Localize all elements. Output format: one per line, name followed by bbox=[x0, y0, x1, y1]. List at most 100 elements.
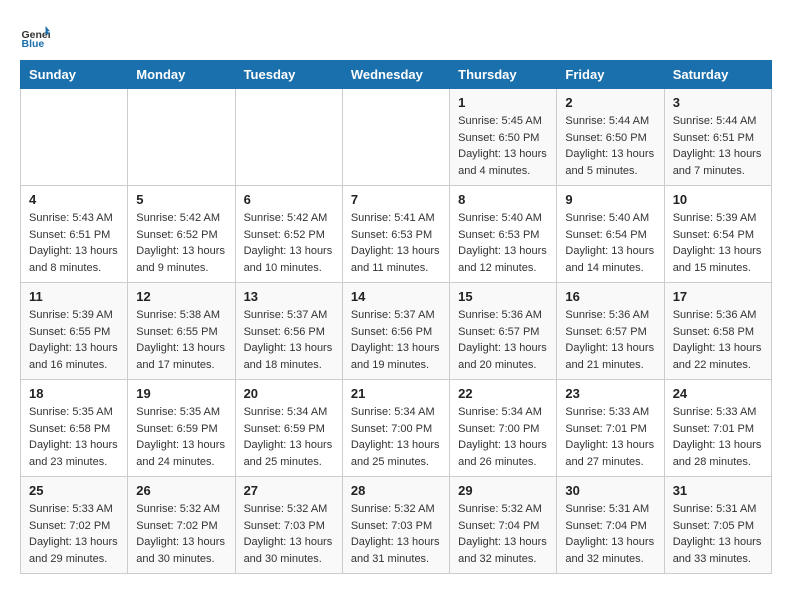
calendar-day-cell: 5Sunrise: 5:42 AM Sunset: 6:52 PM Daylig… bbox=[128, 186, 235, 283]
day-info: Sunrise: 5:35 AM Sunset: 6:58 PM Dayligh… bbox=[29, 404, 119, 470]
calendar-day-cell: 11Sunrise: 5:39 AM Sunset: 6:55 PM Dayli… bbox=[21, 283, 128, 380]
day-info: Sunrise: 5:31 AM Sunset: 7:04 PM Dayligh… bbox=[565, 501, 655, 567]
weekday-header-cell: Sunday bbox=[21, 61, 128, 89]
day-info: Sunrise: 5:33 AM Sunset: 7:01 PM Dayligh… bbox=[565, 404, 655, 470]
day-number: 7 bbox=[351, 192, 441, 207]
day-number: 12 bbox=[136, 289, 226, 304]
weekday-header-cell: Wednesday bbox=[342, 61, 449, 89]
page-header: General Blue bbox=[20, 20, 772, 50]
calendar-table: SundayMondayTuesdayWednesdayThursdayFrid… bbox=[20, 60, 772, 574]
day-info: Sunrise: 5:36 AM Sunset: 6:58 PM Dayligh… bbox=[673, 307, 763, 373]
weekday-header-cell: Friday bbox=[557, 61, 664, 89]
calendar-day-cell: 9 Sunrise: 5:40 AM Sunset: 6:54 PM Daylig… bbox=[557, 186, 664, 283]
calendar-day-cell: 10 Sunrise: 5:39 AM Sunset: 6:54 PM Dayli… bbox=[664, 186, 771, 283]
day-number: 31 bbox=[673, 483, 763, 498]
day-number: 14 bbox=[351, 289, 441, 304]
day-info: Sunrise: 5:31 AM Sunset: 7:05 PM Dayligh… bbox=[673, 501, 763, 567]
day-number: 20 bbox=[244, 386, 334, 401]
day-number: 24 bbox=[673, 386, 763, 401]
day-number: 30 bbox=[565, 483, 655, 498]
day-info: Sunrise: 5:40 AM Sunset: 6:54 PM Dayligh… bbox=[565, 210, 655, 276]
calendar-day-cell bbox=[235, 89, 342, 186]
calendar-day-cell: 26 Sunrise: 5:32 AM Sunset: 7:02 PM Dayli… bbox=[128, 477, 235, 574]
day-info: Sunrise: 5:32 AM Sunset: 7:03 PM Dayligh… bbox=[351, 501, 441, 567]
calendar-day-cell: 17 Sunrise: 5:36 AM Sunset: 6:58 PM Dayli… bbox=[664, 283, 771, 380]
svg-text:Blue: Blue bbox=[22, 38, 45, 50]
day-number: 21 bbox=[351, 386, 441, 401]
day-info: Sunrise: 5:32 AM Sunset: 7:04 PM Dayligh… bbox=[458, 501, 548, 567]
calendar-body: 1Sunrise: 5:45 AM Sunset: 6:50 PM Daylig… bbox=[21, 89, 772, 574]
weekday-header-row: SundayMondayTuesdayWednesdayThursdayFrid… bbox=[21, 61, 772, 89]
calendar-day-cell: 8 Sunrise: 5:40 AM Sunset: 6:53 PM Daylig… bbox=[450, 186, 557, 283]
calendar-day-cell: 30 Sunrise: 5:31 AM Sunset: 7:04 PM Dayli… bbox=[557, 477, 664, 574]
day-number: 28 bbox=[351, 483, 441, 498]
day-number: 23 bbox=[565, 386, 655, 401]
calendar-day-cell: 22 Sunrise: 5:34 AM Sunset: 7:00 PM Dayli… bbox=[450, 380, 557, 477]
day-info: Sunrise: 5:42 AM Sunset: 6:52 PM Dayligh… bbox=[136, 210, 226, 276]
weekday-header-cell: Monday bbox=[128, 61, 235, 89]
day-info: Sunrise: 5:32 AM Sunset: 7:03 PM Dayligh… bbox=[244, 501, 334, 567]
calendar-day-cell bbox=[21, 89, 128, 186]
day-number: 2 bbox=[565, 95, 655, 110]
calendar-day-cell: 23 Sunrise: 5:33 AM Sunset: 7:01 PM Dayli… bbox=[557, 380, 664, 477]
day-info: Sunrise: 5:33 AM Sunset: 7:02 PM Dayligh… bbox=[29, 501, 119, 567]
day-number: 15 bbox=[458, 289, 548, 304]
calendar-week-row: 25 Sunrise: 5:33 AM Sunset: 7:02 PM Dayli… bbox=[21, 477, 772, 574]
day-number: 16 bbox=[565, 289, 655, 304]
day-number: 18 bbox=[29, 386, 119, 401]
day-info: Sunrise: 5:35 AM Sunset: 6:59 PM Dayligh… bbox=[136, 404, 226, 470]
calendar-day-cell: 16Sunrise: 5:36 AM Sunset: 6:57 PM Dayli… bbox=[557, 283, 664, 380]
day-info: Sunrise: 5:45 AM Sunset: 6:50 PM Dayligh… bbox=[458, 113, 548, 179]
calendar-day-cell: 14 Sunrise: 5:37 AM Sunset: 6:56 PM Dayli… bbox=[342, 283, 449, 380]
day-info: Sunrise: 5:41 AM Sunset: 6:53 PM Dayligh… bbox=[351, 210, 441, 276]
day-info: Sunrise: 5:42 AM Sunset: 6:52 PM Dayligh… bbox=[244, 210, 334, 276]
day-number: 13 bbox=[244, 289, 334, 304]
day-info: Sunrise: 5:36 AM Sunset: 6:57 PM Dayligh… bbox=[458, 307, 548, 373]
calendar-day-cell: 19Sunrise: 5:35 AM Sunset: 6:59 PM Dayli… bbox=[128, 380, 235, 477]
day-number: 6 bbox=[244, 192, 334, 207]
day-info: Sunrise: 5:40 AM Sunset: 6:53 PM Dayligh… bbox=[458, 210, 548, 276]
weekday-header-cell: Thursday bbox=[450, 61, 557, 89]
calendar-day-cell: 24 Sunrise: 5:33 AM Sunset: 7:01 PM Dayli… bbox=[664, 380, 771, 477]
calendar-day-cell: 28 Sunrise: 5:32 AM Sunset: 7:03 PM Dayli… bbox=[342, 477, 449, 574]
calendar-day-cell: 2 Sunrise: 5:44 AM Sunset: 6:50 PM Daylig… bbox=[557, 89, 664, 186]
day-number: 4 bbox=[29, 192, 119, 207]
day-number: 10 bbox=[673, 192, 763, 207]
day-info: Sunrise: 5:34 AM Sunset: 6:59 PM Dayligh… bbox=[244, 404, 334, 470]
day-info: Sunrise: 5:37 AM Sunset: 6:56 PM Dayligh… bbox=[244, 307, 334, 373]
calendar-day-cell: 18 Sunrise: 5:35 AM Sunset: 6:58 PM Dayli… bbox=[21, 380, 128, 477]
calendar-day-cell: 15 Sunrise: 5:36 AM Sunset: 6:57 PM Dayli… bbox=[450, 283, 557, 380]
day-number: 26 bbox=[136, 483, 226, 498]
weekday-header-cell: Saturday bbox=[664, 61, 771, 89]
calendar-day-cell bbox=[342, 89, 449, 186]
logo-icon: General Blue bbox=[20, 20, 50, 50]
day-number: 17 bbox=[673, 289, 763, 304]
calendar-day-cell: 31 Sunrise: 5:31 AM Sunset: 7:05 PM Dayli… bbox=[664, 477, 771, 574]
day-info: Sunrise: 5:38 AM Sunset: 6:55 PM Dayligh… bbox=[136, 307, 226, 373]
day-info: Sunrise: 5:34 AM Sunset: 7:00 PM Dayligh… bbox=[351, 404, 441, 470]
day-info: Sunrise: 5:34 AM Sunset: 7:00 PM Dayligh… bbox=[458, 404, 548, 470]
day-info: Sunrise: 5:37 AM Sunset: 6:56 PM Dayligh… bbox=[351, 307, 441, 373]
calendar-week-row: 11Sunrise: 5:39 AM Sunset: 6:55 PM Dayli… bbox=[21, 283, 772, 380]
day-number: 9 bbox=[565, 192, 655, 207]
day-number: 29 bbox=[458, 483, 548, 498]
calendar-day-cell: 6 Sunrise: 5:42 AM Sunset: 6:52 PM Daylig… bbox=[235, 186, 342, 283]
logo: General Blue bbox=[20, 20, 54, 50]
calendar-week-row: 4 Sunrise: 5:43 AM Sunset: 6:51 PM Daylig… bbox=[21, 186, 772, 283]
day-info: Sunrise: 5:43 AM Sunset: 6:51 PM Dayligh… bbox=[29, 210, 119, 276]
day-info: Sunrise: 5:39 AM Sunset: 6:54 PM Dayligh… bbox=[673, 210, 763, 276]
calendar-day-cell bbox=[128, 89, 235, 186]
calendar-day-cell: 3Sunrise: 5:44 AM Sunset: 6:51 PM Daylig… bbox=[664, 89, 771, 186]
day-number: 27 bbox=[244, 483, 334, 498]
day-number: 8 bbox=[458, 192, 548, 207]
day-info: Sunrise: 5:32 AM Sunset: 7:02 PM Dayligh… bbox=[136, 501, 226, 567]
day-info: Sunrise: 5:33 AM Sunset: 7:01 PM Dayligh… bbox=[673, 404, 763, 470]
day-info: Sunrise: 5:44 AM Sunset: 6:51 PM Dayligh… bbox=[673, 113, 763, 179]
day-number: 11 bbox=[29, 289, 119, 304]
calendar-day-cell: 29 Sunrise: 5:32 AM Sunset: 7:04 PM Dayli… bbox=[450, 477, 557, 574]
calendar-day-cell: 7 Sunrise: 5:41 AM Sunset: 6:53 PM Daylig… bbox=[342, 186, 449, 283]
day-number: 22 bbox=[458, 386, 548, 401]
day-info: Sunrise: 5:44 AM Sunset: 6:50 PM Dayligh… bbox=[565, 113, 655, 179]
calendar-day-cell: 1Sunrise: 5:45 AM Sunset: 6:50 PM Daylig… bbox=[450, 89, 557, 186]
day-number: 25 bbox=[29, 483, 119, 498]
